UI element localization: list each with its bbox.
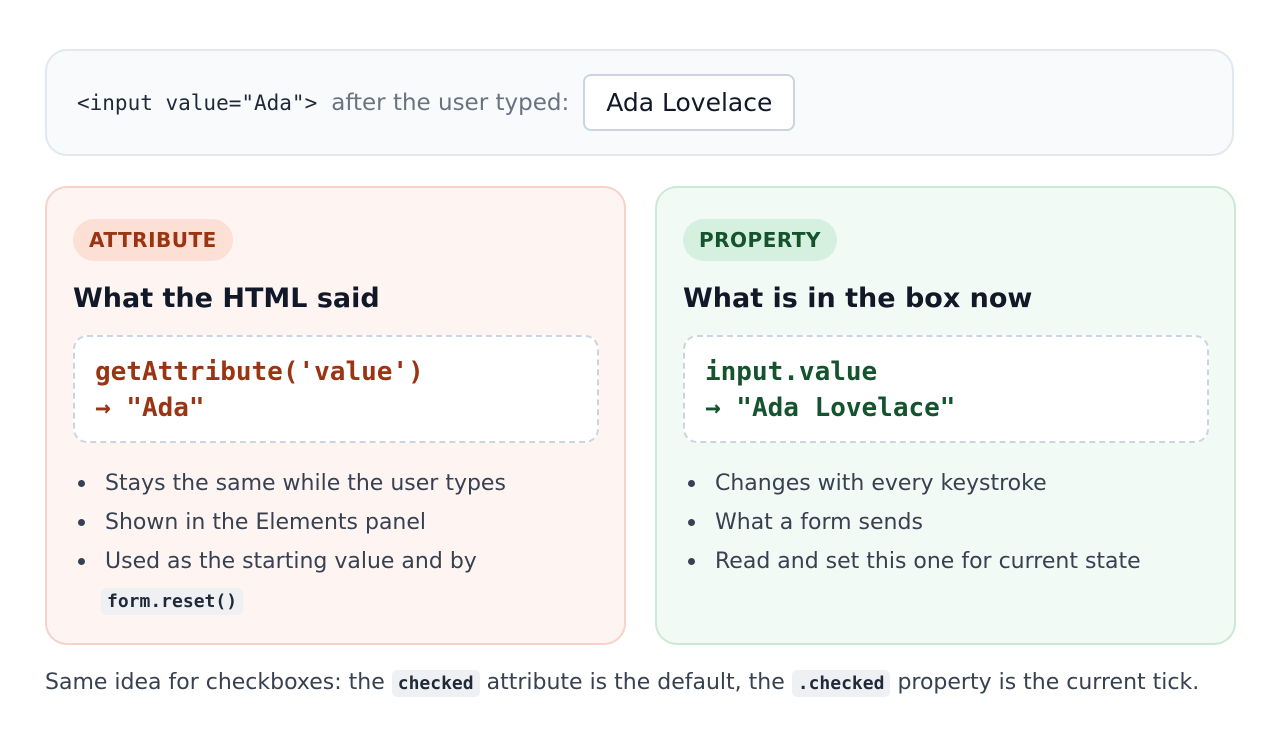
- attribute-bullet-list: Stays the same while the user types Show…: [73, 464, 593, 621]
- form-reset-code: form.reset(): [101, 588, 244, 615]
- property-card: PROPERTY What is in the box now input.va…: [655, 186, 1236, 645]
- bullet-dot-icon: [78, 558, 85, 565]
- page: <input value="Ada"> after the user typed…: [0, 0, 1280, 754]
- bullet-dot-icon: [688, 558, 695, 565]
- property-code-result: → "Ada Lovelace": [705, 393, 956, 423]
- attribute-heading: What the HTML said: [73, 283, 380, 314]
- bullet-dot-icon: [78, 519, 85, 526]
- property-code-box: input.value → "Ada Lovelace": [683, 335, 1209, 443]
- input-demo-box: <input value="Ada"> after the user typed…: [45, 49, 1234, 156]
- attribute-bullet-text: Used as the starting value and by: [105, 549, 477, 574]
- bullet-dot-icon: [688, 519, 695, 526]
- attribute-bullet: Stays the same while the user types: [73, 464, 593, 503]
- property-bullet-text: Changes with every keystroke: [715, 471, 1047, 496]
- property-bullet: Read and set this one for current state: [683, 542, 1203, 581]
- property-badge: PROPERTY: [683, 219, 838, 261]
- property-bullet-text: What a form sends: [715, 510, 923, 535]
- input-markup-code: <input value="Ada">: [77, 90, 318, 115]
- footer-text: property is the current tick.: [897, 670, 1200, 695]
- checked-property-code: .checked: [791, 670, 891, 697]
- name-input-value: Ada Lovelace: [606, 88, 773, 117]
- property-bullet-text: Read and set this one for current state: [715, 549, 1141, 574]
- name-input-field[interactable]: Ada Lovelace: [583, 74, 796, 131]
- attribute-code-line: getAttribute('value'): [95, 357, 424, 387]
- demo-caption: after the user typed:: [331, 89, 570, 116]
- bullet-dot-icon: [688, 480, 695, 487]
- property-bullet: What a form sends: [683, 503, 1203, 542]
- property-code-line: input.value: [705, 357, 878, 387]
- checked-attribute-code: checked: [391, 670, 480, 697]
- attribute-badge: ATTRIBUTE: [73, 219, 233, 261]
- property-heading: What is in the box now: [683, 283, 1033, 314]
- attribute-code-result: → "Ada": [95, 393, 205, 423]
- property-bullet: Changes with every keystroke: [683, 464, 1203, 503]
- attribute-bullet: Shown in the Elements panel: [73, 503, 593, 542]
- footer-text: Same idea for checkboxes: the: [45, 670, 385, 695]
- attribute-card: ATTRIBUTE What the HTML said getAttribut…: [45, 186, 626, 645]
- attribute-bullet-text: Stays the same while the user types: [105, 471, 506, 496]
- footer-text: attribute is the default, the: [486, 670, 785, 695]
- property-bullet-list: Changes with every keystroke What a form…: [683, 464, 1203, 581]
- bullet-dot-icon: [78, 480, 85, 487]
- attribute-bullet-text: Shown in the Elements panel: [105, 510, 427, 535]
- attribute-code-box: getAttribute('value') → "Ada": [73, 335, 599, 443]
- footer-note: Same idea for checkboxes: the checked at…: [45, 670, 1200, 697]
- attribute-bullet: Used as the starting value and by form.re…: [73, 542, 593, 621]
